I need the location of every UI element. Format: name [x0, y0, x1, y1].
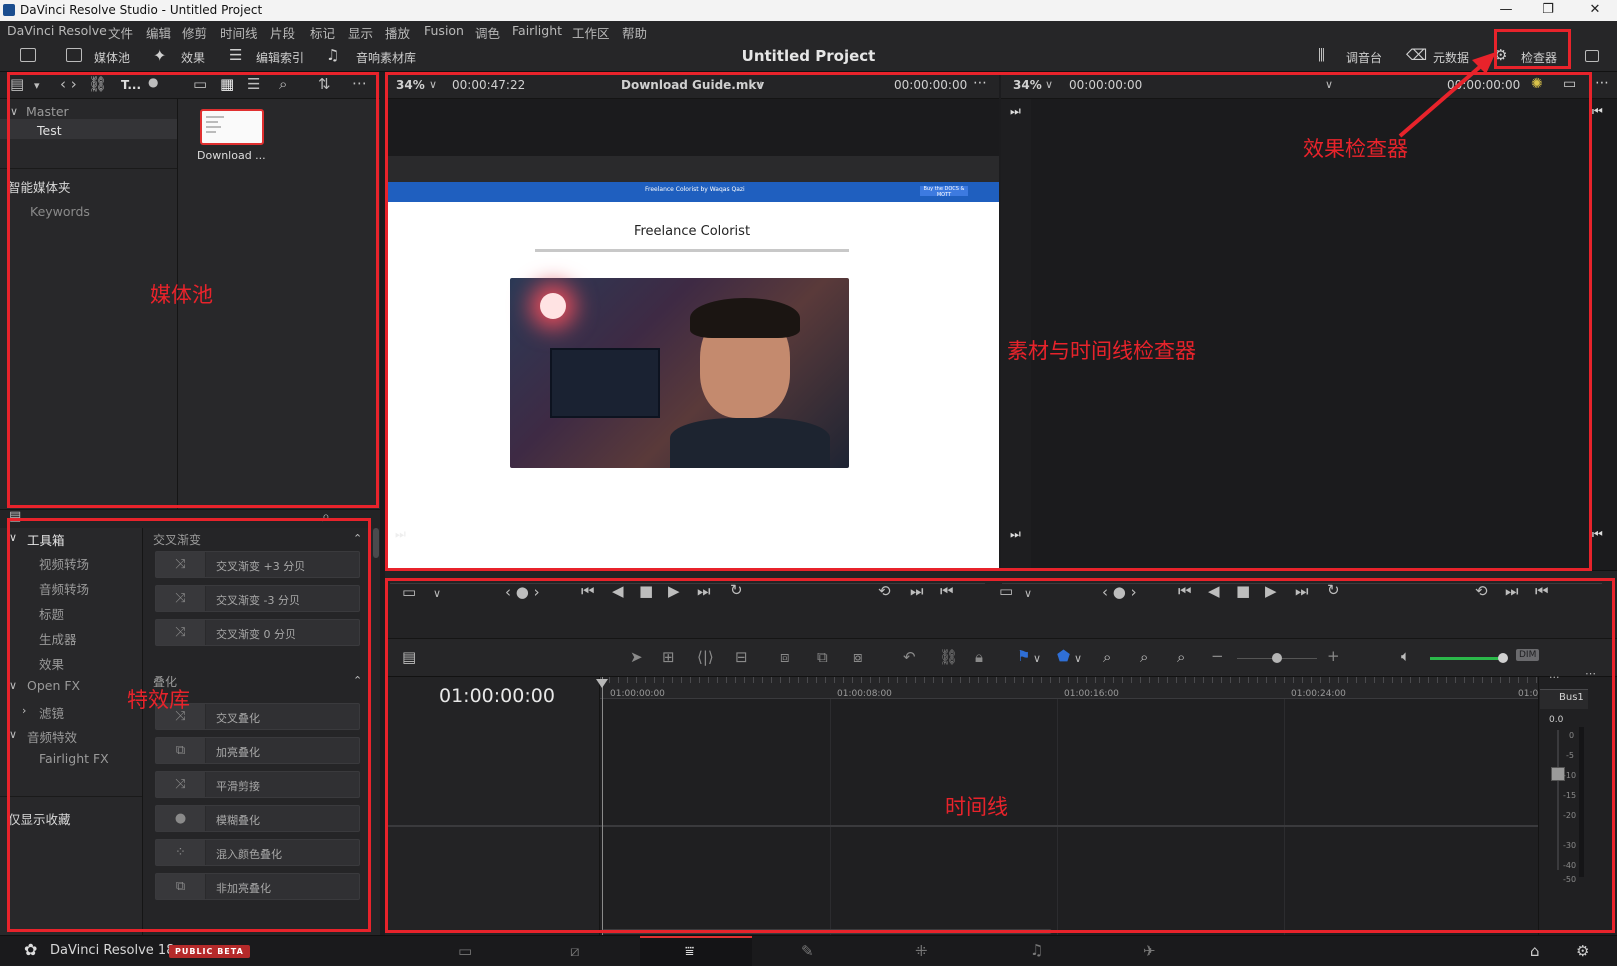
annotation-arrow — [1398, 52, 1496, 138]
annotation-arrow-line — [1398, 63, 1484, 138]
